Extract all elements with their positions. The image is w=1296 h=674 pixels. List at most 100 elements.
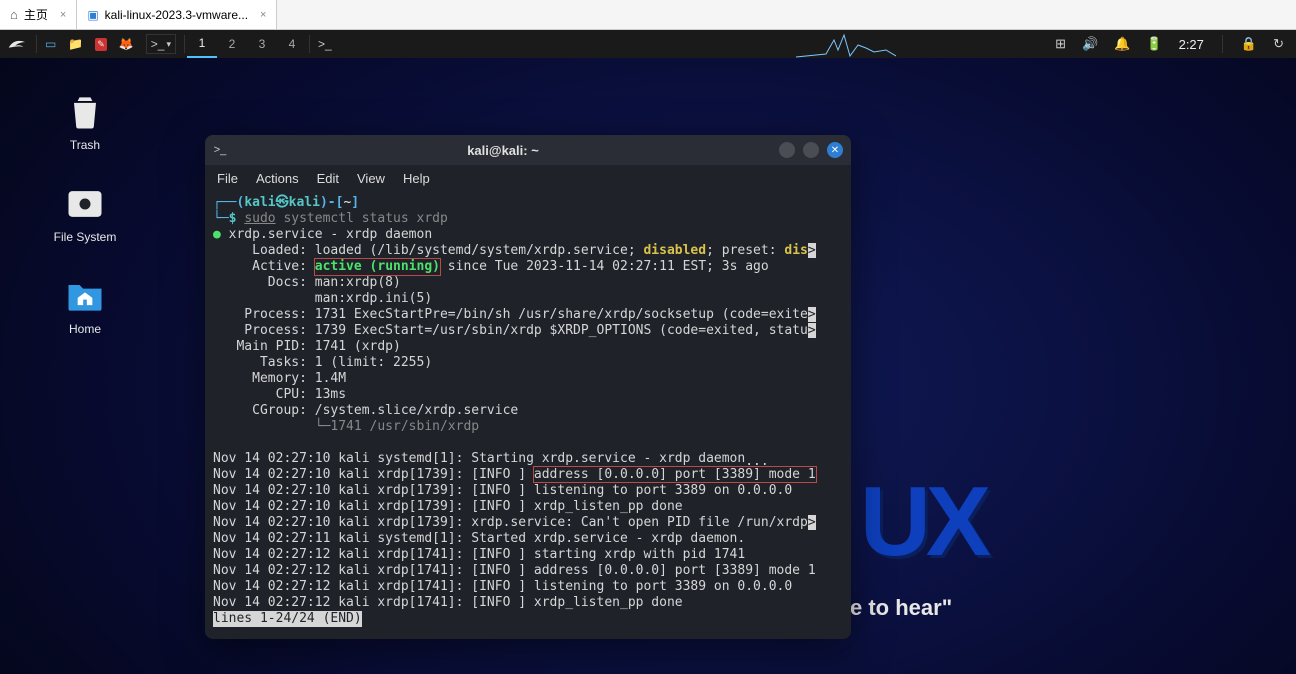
menu-file[interactable]: File (217, 171, 238, 186)
running-terminal-taskbar[interactable]: >_ (312, 30, 338, 58)
panel-separator (309, 35, 310, 53)
status-cpu: CPU: 13ms (213, 387, 346, 402)
clock[interactable]: 2:27 (1179, 37, 1204, 52)
panel-separator (1222, 35, 1223, 53)
vmware-tab-vm-label: kali-linux-2023.3-vmware... (105, 8, 248, 22)
scroll-indicator: > (808, 515, 816, 530)
top-panel: ▭ 📁 ✎ 🦊 >_ ▾ 1 2 3 4 >_ ⊞ � (0, 30, 1296, 58)
terminal-icon: >_ (213, 143, 227, 157)
status-since: since Tue 2023-11-14 02:27:11 EST; 3s ag… (440, 259, 769, 274)
status-preset-dis: dis (784, 243, 807, 258)
journal-line: Nov 14 02:27:10 kali xrdp[1739]: [INFO ] (213, 467, 534, 482)
lock-icon[interactable]: 🔒 (1241, 36, 1257, 52)
status-memory: Memory: 1.4M (213, 371, 346, 386)
vm-icon: ▣ (87, 8, 98, 22)
journal-line: Nov 14 02:27:12 kali xrdp[1741]: [INFO ]… (213, 595, 683, 610)
terminal-icon: >_ (318, 37, 332, 51)
terminal-body[interactable]: ┌──(kali㉿kali)-[~] └─$ sudo systemctl st… (205, 191, 851, 639)
typed-cmd: systemctl status xrdp (276, 211, 448, 226)
workspace-overview-icon[interactable]: ⊞ (1055, 36, 1066, 52)
terminal-titlebar[interactable]: >_ kali@kali: ~ ✕ (205, 135, 851, 165)
scroll-indicator: > (808, 307, 816, 322)
journal-line: Nov 14 02:27:12 kali xrdp[1741]: [INFO ]… (213, 547, 745, 562)
drive-icon (63, 182, 107, 226)
firefox-launcher[interactable]: 🦊 (113, 30, 140, 58)
highlight-address: address [0.0.0.0] port [3389] mode 1 (534, 467, 816, 482)
close-button[interactable]: ✕ (827, 142, 843, 158)
menu-edit[interactable]: Edit (317, 171, 339, 186)
desktop-icon-label: Home (69, 322, 101, 336)
status-disabled: disabled (643, 243, 706, 258)
terminal-title: kali@kali: ~ (233, 143, 773, 158)
typed-sudo: sudo (244, 211, 275, 226)
prompt-close-bracket: ] (351, 195, 359, 210)
prompt-close: )-[ (320, 195, 343, 210)
prompt-at: ㉿ (276, 195, 289, 210)
journal-line: Nov 14 02:27:10 kali systemd[1]: Startin… (213, 451, 745, 466)
file-manager-launcher[interactable]: 📁 (62, 30, 89, 58)
status-loaded: Loaded: loaded (/lib/systemd/system/xrdp… (213, 243, 643, 258)
workspace-2[interactable]: 2 (217, 30, 247, 58)
desktop-icon: ▭ (45, 37, 56, 51)
workspace-1[interactable]: 1 (187, 30, 217, 58)
vmware-tab-bar: ⌂ 主页 × ▣ kali-linux-2023.3-vmware... × (0, 0, 1296, 30)
journal-line: Nov 14 02:27:10 kali xrdp[1739]: [INFO ]… (213, 483, 792, 498)
menu-view[interactable]: View (357, 171, 385, 186)
trash-icon (63, 90, 107, 134)
vmware-tab-home[interactable]: ⌂ 主页 × (0, 0, 77, 29)
status-proc2: Process: 1739 ExecStart=/usr/sbin/xrdp $… (213, 323, 808, 338)
status-cgroup-child: └─1741 /usr/sbin/xrdp (213, 419, 479, 434)
status-service: xrdp.service - xrdp daemon (229, 227, 433, 242)
notifications-icon[interactable]: 🔔 (1114, 36, 1130, 52)
workspace-4[interactable]: 4 (277, 30, 307, 58)
terminal-icon: >_ (151, 37, 165, 51)
vmware-tab-home-label: 主页 (24, 6, 48, 23)
panel-separator (36, 35, 37, 53)
show-desktop-button[interactable]: ▭ (39, 30, 62, 58)
menu-actions[interactable]: Actions (256, 171, 299, 186)
prompt-line2: └─ (213, 211, 229, 226)
wallpaper-logo-fragment: UX (860, 465, 986, 578)
menu-help[interactable]: Help (403, 171, 430, 186)
terminal-window[interactable]: >_ kali@kali: ~ ✕ File Actions Edit View… (205, 135, 851, 639)
terminal-launcher[interactable]: >_ ▾ (140, 30, 182, 58)
journal-line: Nov 14 02:27:10 kali xrdp[1739]: xrdp.se… (213, 515, 808, 530)
text-editor-launcher[interactable]: ✎ (89, 30, 113, 58)
editor-icon: ✎ (95, 38, 107, 51)
home-icon: ⌂ (10, 7, 18, 22)
kali-menu-button[interactable] (0, 30, 34, 58)
journal-line: Nov 14 02:27:10 kali xrdp[1739]: [INFO ]… (213, 499, 683, 514)
status-proc1: Process: 1731 ExecStartPre=/bin/sh /usr/… (213, 307, 808, 322)
highlight-active: active (running) (315, 259, 440, 275)
chevron-down-icon: ▾ (166, 39, 171, 50)
journal-line: Nov 14 02:27:11 kali systemd[1]: Started… (213, 531, 745, 546)
workspace-3[interactable]: 3 (247, 30, 277, 58)
journal-ellipsis: ... (745, 454, 768, 469)
prompt-user: kali (244, 195, 275, 210)
status-mainpid: Main PID: 1741 (xrdp) (213, 339, 401, 354)
scroll-indicator: > (808, 243, 816, 258)
journal-line: Nov 14 02:27:12 kali xrdp[1741]: [INFO ]… (213, 579, 792, 594)
battery-icon[interactable]: 🔋 (1146, 36, 1162, 52)
power-icon[interactable]: ↻ (1273, 36, 1284, 52)
status-docs1: Docs: man:xrdp(8) (213, 275, 401, 290)
volume-icon[interactable]: 🔊 (1082, 36, 1098, 52)
vmware-tab-vm[interactable]: ▣ kali-linux-2023.3-vmware... × (77, 0, 277, 29)
close-icon[interactable]: × (260, 9, 266, 21)
prompt-corner: ┌──( (213, 195, 244, 210)
minimize-button[interactable] (779, 142, 795, 158)
terminal-menubar: File Actions Edit View Help (205, 165, 851, 191)
desktop-icon-filesystem[interactable]: File System (40, 182, 130, 244)
status-active-label: Active: (213, 259, 315, 274)
prompt-dollar: $ (229, 211, 245, 226)
wallpaper-slogan-fragment: e to hear" (850, 595, 952, 621)
desktop-icon-home[interactable]: Home (40, 274, 130, 336)
maximize-button[interactable] (803, 142, 819, 158)
desktop-icon-trash[interactable]: Trash (40, 90, 130, 152)
close-icon[interactable]: × (60, 9, 66, 21)
kali-desktop: ▭ 📁 ✎ 🦊 >_ ▾ 1 2 3 4 >_ ⊞ � (0, 30, 1296, 674)
journal-line: Nov 14 02:27:12 kali xrdp[1741]: [INFO ]… (213, 563, 816, 578)
kali-dragon-icon (6, 33, 28, 55)
cpu-graph (796, 30, 896, 58)
panel-separator (184, 35, 185, 53)
